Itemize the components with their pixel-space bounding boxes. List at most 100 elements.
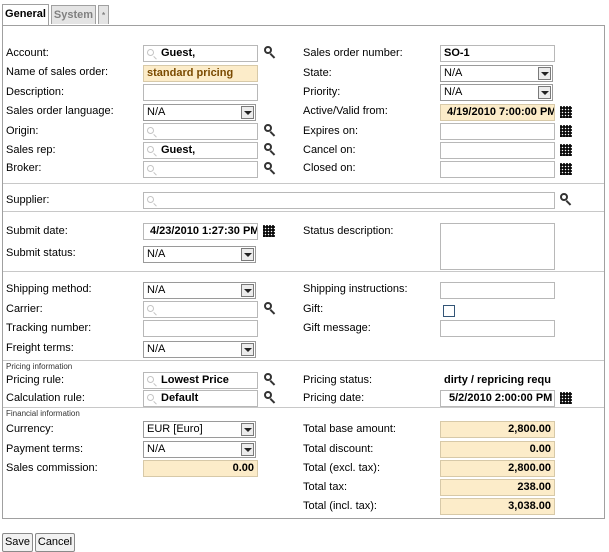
status-description-textarea[interactable] <box>440 223 555 270</box>
cancel-button[interactable]: Cancel <box>35 533 75 552</box>
calendar-icon[interactable] <box>560 163 572 175</box>
origin-label: Origin: <box>6 125 39 137</box>
cancel-on-input[interactable] <box>440 142 555 159</box>
total-base-amount-label: Total base amount: <box>303 423 396 435</box>
state-select[interactable]: N/A <box>440 65 553 82</box>
pricing-rule-search-icon[interactable] <box>263 372 277 386</box>
tracking-number-label: Tracking number: <box>6 322 92 334</box>
account-value: Guest, <box>161 47 196 59</box>
shipping-method-select[interactable]: N/A <box>143 282 256 299</box>
state-label: State: <box>303 67 332 79</box>
pricing-status-label: Pricing status: <box>303 374 373 386</box>
calendar-icon[interactable] <box>560 125 572 137</box>
chevron-down-icon <box>538 86 551 99</box>
freight-terms-value: N/A <box>147 343 166 355</box>
total-incl-tax-label: Total (incl. tax): <box>303 500 377 512</box>
pricing-status-value: dirty / repricing requ <box>440 372 555 389</box>
total-discount-field: 0.00 <box>440 441 555 458</box>
calendar-icon[interactable] <box>263 225 275 237</box>
expires-on-input[interactable] <box>440 123 555 140</box>
sales-order-number-input[interactable]: SO-1 <box>440 45 555 62</box>
currency-select[interactable]: EUR [Euro] <box>143 421 256 438</box>
calculation-rule-search-icon[interactable] <box>263 390 277 404</box>
currency-label: Currency: <box>6 423 54 435</box>
closed-on-input[interactable] <box>440 161 555 178</box>
tab-more[interactable]: * <box>98 5 109 24</box>
shipping-instructions-input[interactable] <box>440 282 555 299</box>
submit-status-value: N/A <box>147 248 166 260</box>
submit-status-select[interactable]: N/A <box>143 246 256 263</box>
chevron-down-icon <box>241 248 254 261</box>
shipping-instructions-label: Shipping instructions: <box>303 283 408 295</box>
broker-input[interactable] <box>143 161 258 178</box>
chevron-down-icon <box>241 423 254 436</box>
gift-message-input[interactable] <box>440 320 555 337</box>
lookup-icon <box>147 165 154 172</box>
description-input[interactable] <box>143 84 258 101</box>
expires-on-label: Expires on: <box>303 125 359 137</box>
financial-section-title: Financial information <box>6 409 80 418</box>
account-label: Account: <box>6 47 49 59</box>
origin-input[interactable] <box>143 123 258 140</box>
freight-terms-select[interactable]: N/A <box>143 341 256 358</box>
calculation-rule-input[interactable]: Default <box>143 390 258 407</box>
supplier-input[interactable] <box>143 192 555 209</box>
account-input[interactable]: Guest, <box>143 45 258 62</box>
tab-bar: General System * <box>0 0 609 26</box>
status-description-label: Status description: <box>303 225 394 237</box>
total-discount-label: Total discount: <box>303 443 374 455</box>
save-button[interactable]: Save <box>2 533 33 552</box>
sales-order-language-value: N/A <box>147 106 166 118</box>
supplier-search-icon[interactable] <box>559 192 573 206</box>
calendar-icon[interactable] <box>560 392 572 404</box>
broker-label: Broker: <box>6 162 42 174</box>
tab-system[interactable]: System <box>51 5 96 24</box>
carrier-search-icon[interactable] <box>263 301 277 315</box>
submit-date-input[interactable]: 4/23/2010 1:27:30 PM <box>143 223 258 240</box>
sales-order-language-label: Sales order language: <box>6 105 114 117</box>
active-valid-from-field[interactable]: 4/19/2010 7:00:00 PM <box>440 104 555 121</box>
gift-checkbox[interactable] <box>443 305 455 317</box>
calendar-icon[interactable] <box>560 106 572 118</box>
sales-rep-label: Sales rep: <box>6 144 56 156</box>
submit-date-label: Submit date: <box>6 225 68 237</box>
sales-order-name-field[interactable]: standard pricing <box>143 65 258 82</box>
payment-terms-select[interactable]: N/A <box>143 441 256 458</box>
sales-order-name-label: Name of sales order: <box>6 66 109 78</box>
carrier-label: Carrier: <box>6 303 43 315</box>
calculation-rule-value: Default <box>161 392 199 404</box>
active-valid-from-label: Active/Valid from: <box>303 105 388 117</box>
payment-terms-label: Payment terms: <box>6 443 84 455</box>
lookup-icon <box>147 146 154 153</box>
total-excl-tax-field: 2,800.00 <box>440 460 555 477</box>
chevron-down-icon <box>241 284 254 297</box>
calendar-icon[interactable] <box>560 144 572 156</box>
pricing-date-input[interactable]: 5/2/2010 2:00:00 PM <box>440 390 555 407</box>
lookup-icon <box>147 394 154 401</box>
tab-general[interactable]: General <box>2 4 49 25</box>
section-divider <box>3 360 604 361</box>
sales-order-language-select[interactable]: N/A <box>143 104 256 121</box>
priority-select[interactable]: N/A <box>440 84 553 101</box>
section-divider <box>3 407 604 408</box>
account-search-icon[interactable] <box>263 45 277 59</box>
total-tax-field: 238.00 <box>440 479 555 496</box>
pricing-rule-input[interactable]: Lowest Price <box>143 372 258 389</box>
carrier-input[interactable] <box>143 301 258 318</box>
sales-rep-search-icon[interactable] <box>263 142 277 156</box>
total-excl-tax-label: Total (excl. tax): <box>303 462 381 474</box>
pricing-rule-label: Pricing rule: <box>6 374 65 386</box>
submit-status-label: Submit status: <box>6 247 76 259</box>
origin-search-icon[interactable] <box>263 123 277 137</box>
closed-on-label: Closed on: <box>303 162 356 174</box>
gift-label: Gift: <box>303 303 324 315</box>
freight-terms-label: Freight terms: <box>6 342 74 354</box>
sales-rep-input[interactable]: Guest, <box>143 142 258 159</box>
tracking-number-input[interactable] <box>143 320 258 337</box>
total-base-amount-field: 2,800.00 <box>440 421 555 438</box>
pricing-date-label: Pricing date: <box>303 392 365 404</box>
priority-label: Priority: <box>303 86 341 98</box>
shipping-method-value: N/A <box>147 284 166 296</box>
lookup-icon <box>147 196 154 203</box>
broker-search-icon[interactable] <box>263 161 277 175</box>
